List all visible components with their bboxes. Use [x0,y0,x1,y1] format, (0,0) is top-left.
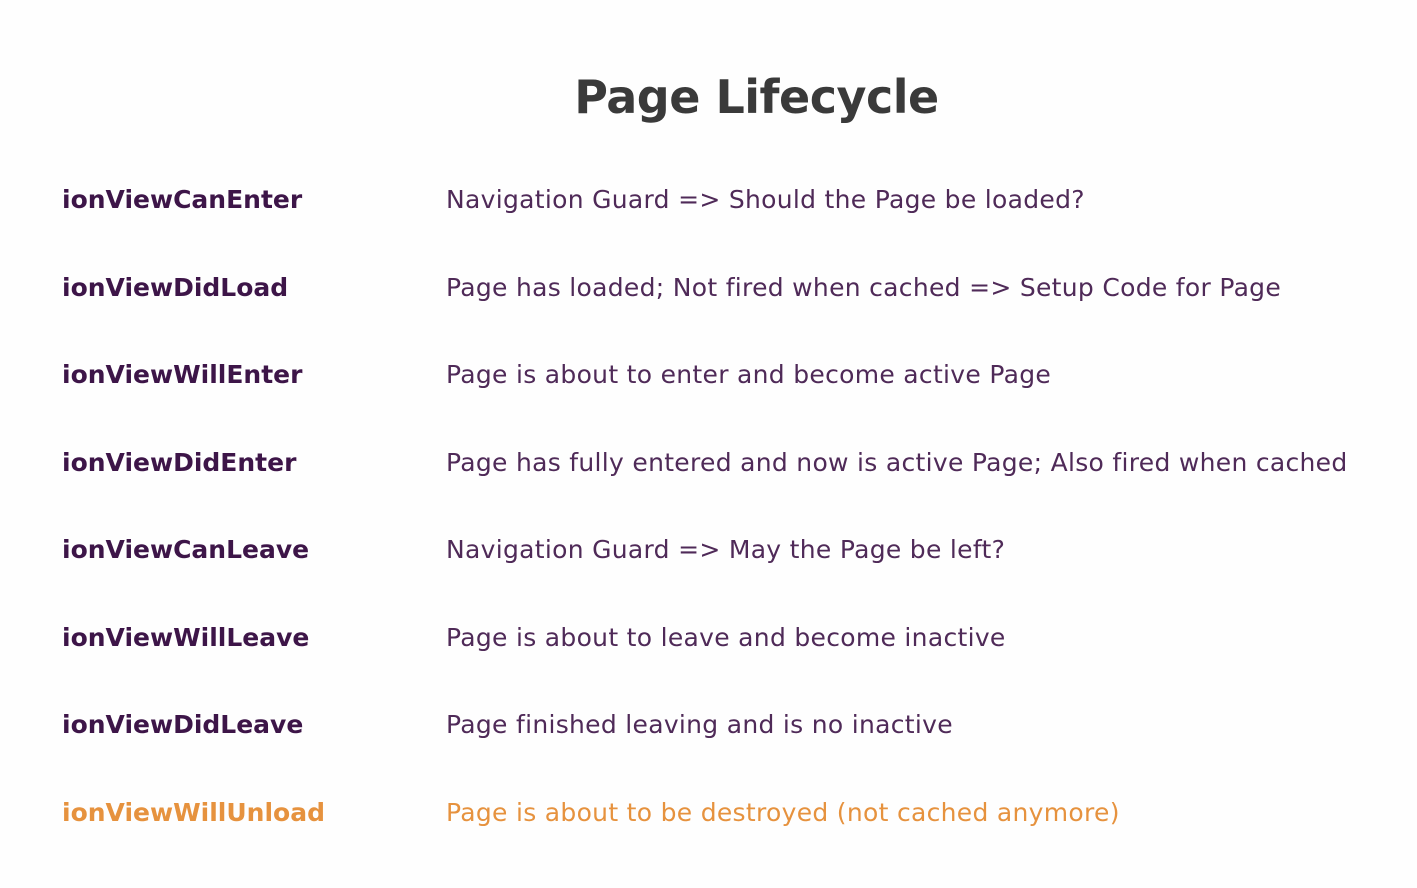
page-title: Page Lifecycle [574,70,939,124]
lifecycle-row: ionViewCanLeave Navigation Guard => May … [0,530,1417,570]
hook-description: Page finished leaving and is no inactive [446,710,953,739]
hook-name: ionViewDidLoad [62,273,289,302]
lifecycle-row-highlighted: ionViewWillUnload Page is about to be de… [0,793,1417,833]
hook-description: Navigation Guard => May the Page be left… [446,535,1006,564]
hook-name: ionViewWillEnter [62,360,303,389]
hook-description: Page is about to enter and become active… [446,360,1052,389]
hook-name: ionViewCanEnter [62,185,303,214]
lifecycle-row: ionViewWillEnter Page is about to enter … [0,355,1417,395]
hook-description: Page has loaded; Not fired when cached =… [446,273,1282,302]
hook-description: Page has fully entered and now is active… [446,448,1348,477]
lifecycle-row: ionViewCanEnter Navigation Guard => Shou… [0,180,1417,220]
lifecycle-row: ionViewDidLeave Page finished leaving an… [0,705,1417,745]
hook-description: Page is about to leave and become inacti… [446,623,1006,652]
hook-name: ionViewWillLeave [62,623,310,652]
slide: Page Lifecycle ionViewCanEnter Navigatio… [0,0,1417,888]
hook-name: ionViewDidLeave [62,710,304,739]
hook-description: Navigation Guard => Should the Page be l… [446,185,1085,214]
hook-name: ionViewDidEnter [62,448,297,477]
lifecycle-row: ionViewDidEnter Page has fully entered a… [0,443,1417,483]
lifecycle-row: ionViewDidLoad Page has loaded; Not fire… [0,268,1417,308]
hook-name: ionViewWillUnload [62,798,325,827]
hook-description: Page is about to be destroyed (not cache… [446,798,1120,827]
lifecycle-row: ionViewWillLeave Page is about to leave … [0,618,1417,658]
hook-name: ionViewCanLeave [62,535,310,564]
